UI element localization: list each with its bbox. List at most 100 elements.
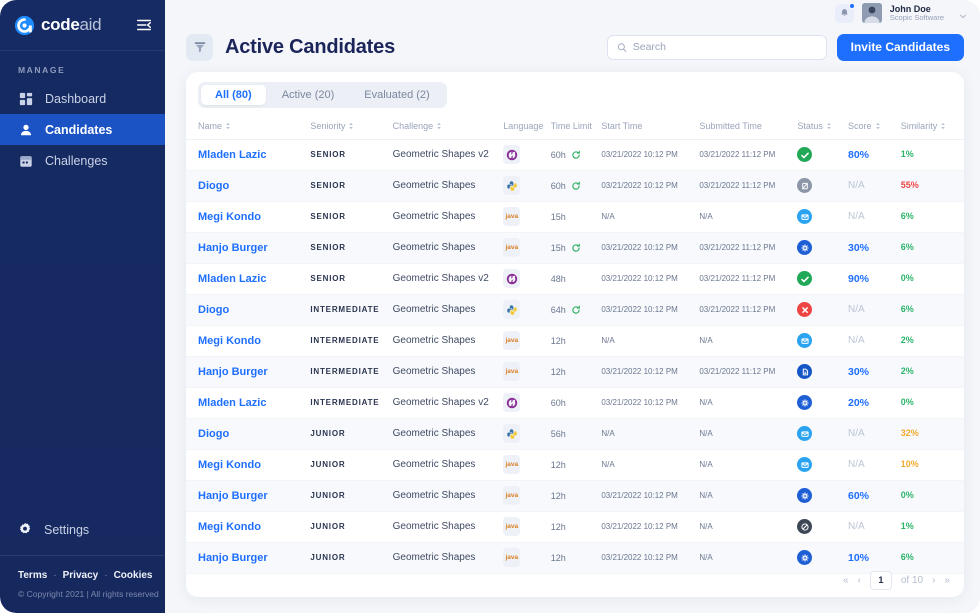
column-header-0[interactable]: Name (186, 114, 310, 139)
cell-language: java (503, 201, 550, 232)
cell-submitted-time: N/A (699, 418, 797, 449)
sidebar-item-settings[interactable]: Settings (0, 513, 165, 547)
cell-similarity: 0% (901, 387, 964, 418)
time-limit-label: 12h (551, 522, 566, 532)
cell-time-limit: 48h (551, 263, 602, 294)
cell-status (797, 449, 848, 480)
cell-start-time: 03/21/2022 10:12 PM (601, 511, 699, 542)
table-row[interactable]: Hanjo Burger JUNIORGeometric Shapesjava 12… (186, 480, 964, 511)
sort-icon[interactable] (225, 122, 231, 132)
search-input[interactable] (633, 41, 817, 53)
cell-score: 60% (848, 480, 901, 511)
candidate-name-link[interactable]: Diogo (198, 180, 229, 192)
tab-2[interactable]: Evaluated (2) (350, 85, 443, 105)
table-row[interactable]: Hanjo BurgerSENIORGeometric Shapesjava15… (186, 232, 964, 263)
current-page-input[interactable]: 1 (870, 571, 892, 590)
column-header-7[interactable]: Status (797, 114, 848, 139)
cell-challenge: Geometric Shapes (393, 480, 504, 511)
cell-status (797, 263, 848, 294)
time-limit-label: 60h (551, 150, 566, 160)
filter-button[interactable] (186, 34, 213, 61)
search-icon (617, 42, 627, 53)
sort-icon[interactable] (826, 122, 832, 132)
footer-separator: · (53, 570, 56, 581)
collapse-sidebar-icon[interactable] (135, 16, 153, 34)
column-header-8[interactable]: Score (848, 114, 901, 139)
cell-challenge: Geometric Shapes v2 (393, 387, 504, 418)
table-row[interactable]: DiogoJUNIORGeometric Shapes56hN/AN/AN/A3… (186, 418, 964, 449)
notification-bell-button[interactable] (835, 4, 854, 23)
table-row[interactable]: DiogoSENIORGeometric Shapes60h03/21/2022… (186, 170, 964, 201)
cell-submitted-time: 03/21/2022 11:12 PM (699, 356, 797, 387)
cell-start-time: N/A (601, 449, 699, 480)
candidate-name-link[interactable]: Hanjo Burger (198, 242, 268, 254)
column-header-2[interactable]: Challenge (393, 114, 504, 139)
tab-0[interactable]: All (80) (201, 85, 266, 105)
sidebar-item-challenges[interactable]: Challenges (0, 145, 165, 176)
start-time-label: 03/21/2022 10:12 PM (601, 367, 678, 376)
terms-link[interactable]: Terms (18, 570, 47, 581)
page-header: Active Candidates Invite Candidates (186, 30, 964, 64)
candidate-name-link[interactable]: Megi Kondo (198, 459, 261, 471)
column-label: Time Limit (551, 121, 592, 131)
privacy-link[interactable]: Privacy (63, 570, 99, 581)
sort-icon[interactable] (940, 122, 946, 132)
candidate-name-link[interactable]: Hanjo Burger (198, 490, 268, 502)
table-row[interactable]: Megi KondoSENIORGeometric Shapesjava15hN… (186, 201, 964, 232)
table-row[interactable]: Hanjo BurgerINTERMEDIATEGeometric Shapes… (186, 356, 964, 387)
sidebar-item-candidates[interactable]: Candidates (0, 114, 165, 145)
candidate-name-link[interactable]: Mladen Lazic (198, 273, 266, 285)
sort-icon[interactable] (875, 122, 881, 132)
candidate-name-link[interactable]: Megi Kondo (198, 521, 261, 533)
avatar[interactable] (862, 3, 882, 23)
score-value: N/A (848, 428, 865, 439)
table-row[interactable]: Megi KondoJUNIORGeometric Shapesjava12h0… (186, 511, 964, 542)
candidate-name-link[interactable]: Megi Kondo (198, 211, 261, 223)
cookies-link[interactable]: Cookies (114, 570, 153, 581)
first-page-icon[interactable]: « (843, 575, 849, 586)
sidebar-footer-links: Terms · Privacy · Cookies (0, 556, 165, 581)
score-value: 90% (848, 273, 869, 285)
time-limit-label: 12h (551, 491, 566, 501)
status-invited-icon (797, 209, 812, 224)
candidate-name-link[interactable]: Diogo (198, 304, 229, 316)
candidate-name-link[interactable]: Diogo (198, 428, 229, 440)
status-invited-icon (797, 457, 812, 472)
column-header-1[interactable]: Seniority (310, 114, 392, 139)
candidate-name-link[interactable]: Hanjo Burger (198, 552, 268, 564)
language-icon-java: java (503, 486, 520, 505)
table-row[interactable]: Mladen LazicSENIORGeometric Shapes v248h… (186, 263, 964, 294)
cell-similarity: 6% (901, 294, 964, 325)
invite-candidates-button[interactable]: Invite Candidates (837, 34, 964, 61)
column-header-5: Start Time (601, 114, 699, 139)
similarity-value: 0% (901, 397, 914, 407)
next-page-icon[interactable]: › (932, 575, 935, 586)
sort-icon[interactable] (348, 122, 354, 132)
candidate-name-link[interactable]: Mladen Lazic (198, 397, 266, 409)
search-box[interactable] (607, 35, 827, 60)
cell-score: 20% (848, 387, 901, 418)
tab-1[interactable]: Active (20) (268, 85, 349, 105)
cell-seniority: JUNIOR (310, 480, 392, 511)
sidebar-item-dashboard[interactable]: Dashboard (0, 83, 165, 114)
cell-similarity: 32% (901, 418, 964, 449)
table-row[interactable]: DiogoINTERMEDIATEGeometric Shapes64h03/2… (186, 294, 964, 325)
last-page-icon[interactable]: » (944, 575, 950, 586)
table-row[interactable]: Mladen LazicSENIORGeometric Shapes v260h… (186, 139, 964, 170)
cell-seniority: JUNIOR (310, 449, 392, 480)
cell-similarity: 0% (901, 263, 964, 294)
table-row[interactable]: Megi KondoJUNIORGeometric Shapesjava12hN… (186, 449, 964, 480)
candidate-name-link[interactable]: Hanjo Burger (198, 366, 268, 378)
prev-page-icon[interactable]: ‹ (858, 575, 861, 586)
status-submitted-icon (797, 364, 812, 379)
cell-start-time: N/A (601, 418, 699, 449)
cell-name: Mladen Lazic (186, 139, 310, 170)
table-row[interactable]: Hanjo BurgerJUNIORGeometric Shapesjava12… (186, 542, 964, 573)
table-row[interactable]: Mladen LazicINTERMEDIATEGeometric Shapes… (186, 387, 964, 418)
candidate-name-link[interactable]: Mladen Lazic (198, 149, 266, 161)
table-row[interactable]: Megi KondoINTERMEDIATEGeometric Shapesja… (186, 325, 964, 356)
candidate-name-link[interactable]: Megi Kondo (198, 335, 261, 347)
chevron-down-icon[interactable] (958, 8, 968, 18)
sort-icon[interactable] (436, 122, 442, 132)
column-header-9[interactable]: Similarity (901, 114, 964, 139)
